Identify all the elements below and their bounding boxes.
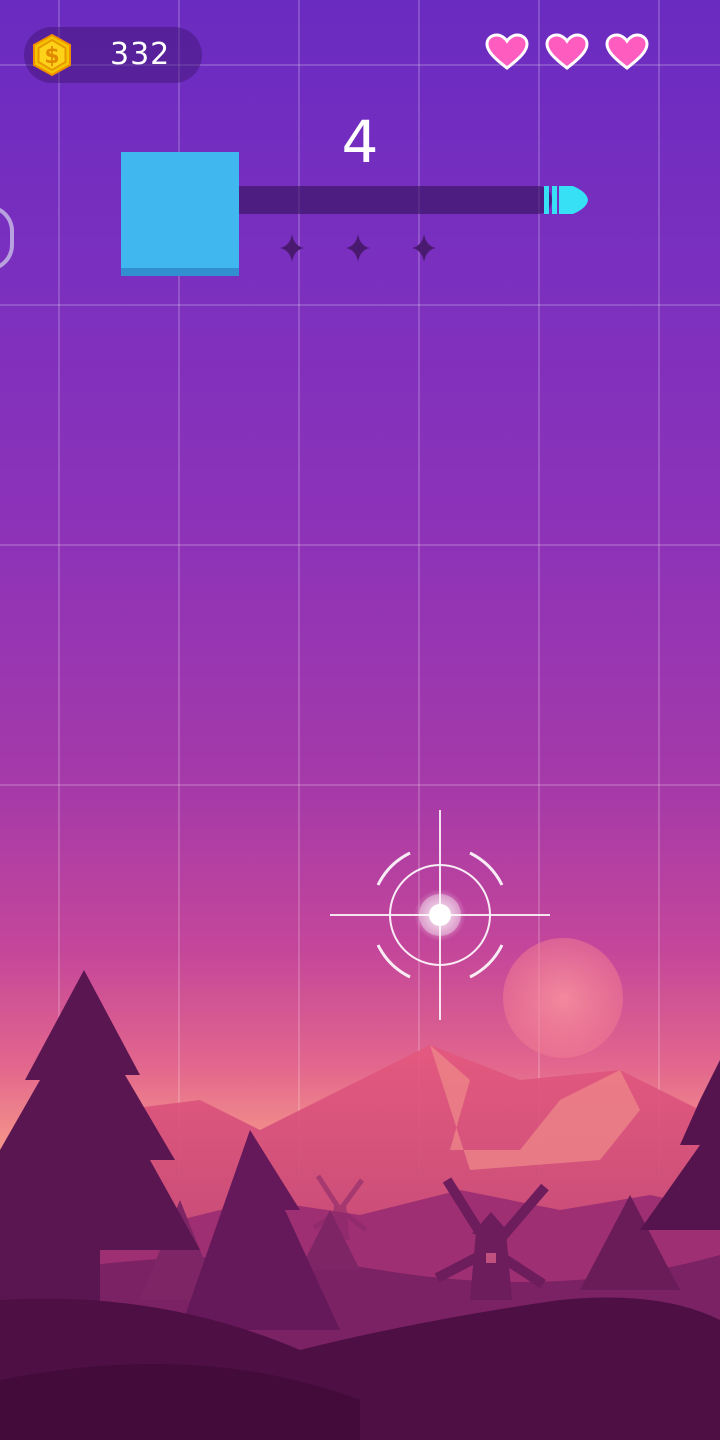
falling-tile[interactable] [121, 152, 239, 276]
heart-icon [545, 33, 589, 70]
star-icon [346, 234, 370, 262]
svg-text:$: $ [44, 44, 59, 69]
bullet-icon [544, 186, 588, 214]
heart-icon [605, 33, 649, 70]
dollar-hexagon-icon: $ [33, 33, 71, 77]
star-icon [280, 234, 304, 262]
heart-icon [485, 33, 529, 70]
lives-indicator [484, 32, 650, 72]
crosshair-reticle[interactable] [330, 805, 550, 1025]
coin-count: 332 [110, 37, 171, 72]
level-stars [278, 232, 438, 264]
score-counter: 4 [341, 108, 379, 176]
landscape-scene [0, 938, 720, 1440]
coin-counter[interactable]: $ 332 [24, 27, 202, 83]
star-icon [412, 234, 436, 262]
